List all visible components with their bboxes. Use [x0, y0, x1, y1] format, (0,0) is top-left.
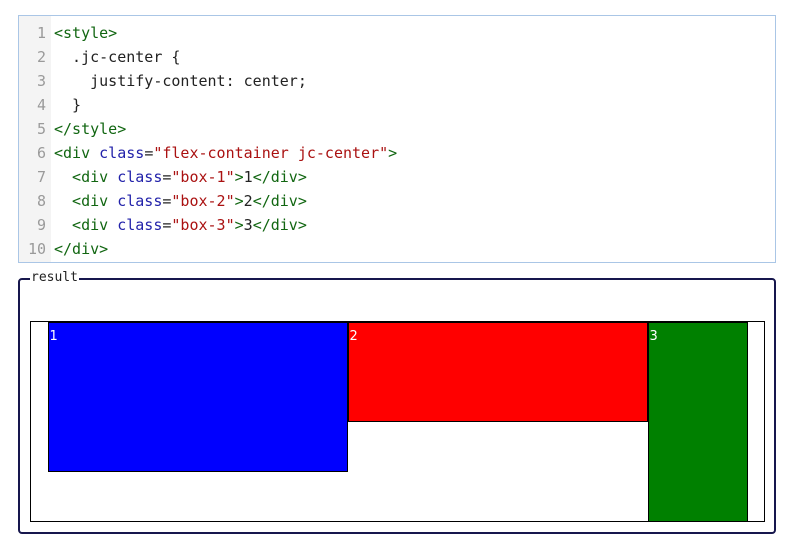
line-text: <div class="box-2">2</div>: [54, 189, 307, 213]
code-token: }: [54, 96, 82, 114]
code-token: class: [117, 168, 163, 186]
code-token: </div>: [252, 168, 307, 186]
line-number: 4: [36, 96, 46, 114]
code-token: class: [117, 216, 163, 234]
code-token: 1: [243, 168, 253, 186]
line-number: 5: [36, 120, 46, 138]
code-line: 1 <style>: [19, 21, 775, 45]
line-text: <div class="box-3">3</div>: [54, 213, 307, 237]
code-line: 3 justify-content: center;: [19, 69, 775, 93]
line-text: </style>: [54, 117, 126, 141]
line-number: 8: [36, 192, 46, 210]
code-token: <div: [54, 192, 118, 210]
code-line: 8 <div class="box-2">2</div>: [19, 189, 775, 213]
code-token: class: [99, 144, 145, 162]
line-text: </div>: [54, 237, 108, 261]
code-token: "flex-container jc-center": [153, 144, 389, 162]
code-token: >: [234, 168, 244, 186]
code-line: 10 </div>: [19, 237, 775, 261]
line-number: 2: [36, 48, 46, 66]
code-token: <div: [54, 144, 100, 162]
code-line: 4 }: [19, 93, 775, 117]
line-number: 3: [36, 72, 46, 90]
code-token: </div>: [54, 240, 109, 258]
code-token: "box-1": [171, 168, 235, 186]
code-token: 2: [243, 192, 253, 210]
code-line: 6 <div class="flex-container jc-center">: [19, 141, 775, 165]
code-line: 9 <div class="box-3">3</div>: [19, 213, 775, 237]
code-token: <div: [54, 168, 118, 186]
line-text: justify-content: center;: [54, 69, 307, 93]
code-token: >: [234, 192, 244, 210]
code-token: 3: [243, 216, 253, 234]
result-legend: result: [30, 270, 79, 286]
code-token: "box-3": [171, 216, 235, 234]
line-number: 1: [36, 24, 46, 42]
code-token: justify-content: center;: [54, 72, 307, 90]
code-token: >: [388, 144, 398, 162]
flex-container-demo: 1 2 3: [30, 321, 765, 522]
box-3: 3: [647, 322, 748, 522]
box-3-label: 3: [649, 329, 658, 344]
code-token: </div>: [252, 192, 307, 210]
line-text: .jc-center {: [54, 45, 180, 69]
code-token: <style>: [54, 24, 118, 42]
box-2-label: 2: [349, 329, 358, 344]
code-token: </div>: [252, 216, 307, 234]
line-number: 10: [27, 240, 46, 258]
code-token: </style>: [54, 120, 127, 138]
code-line: 2 .jc-center {: [19, 45, 775, 69]
line-number: 6: [36, 144, 46, 162]
code-token: .jc-center {: [54, 48, 181, 66]
box-1-label: 1: [49, 329, 58, 344]
code-token: class: [117, 192, 163, 210]
line-number: 9: [36, 216, 46, 234]
code-token: "box-2": [171, 192, 235, 210]
box-2: 2: [347, 322, 648, 422]
code-line: 5 </style>: [19, 117, 775, 141]
line-text: <div class="box-1">1</div>: [54, 165, 307, 189]
code-token: <div: [54, 216, 118, 234]
code-token: >: [234, 216, 244, 234]
line-number: 7: [36, 168, 46, 186]
line-text: <style>: [54, 21, 117, 45]
code-line: 7 <div class="box-1">1</div>: [19, 165, 775, 189]
line-text: <div class="flex-container jc-center">: [54, 141, 397, 165]
code-editor[interactable]: 1 <style> 2 .jc-center {3 justify-content:…: [18, 15, 776, 263]
code-token: =: [144, 144, 154, 162]
line-text: }: [54, 93, 81, 117]
box-1: 1: [47, 322, 348, 472]
